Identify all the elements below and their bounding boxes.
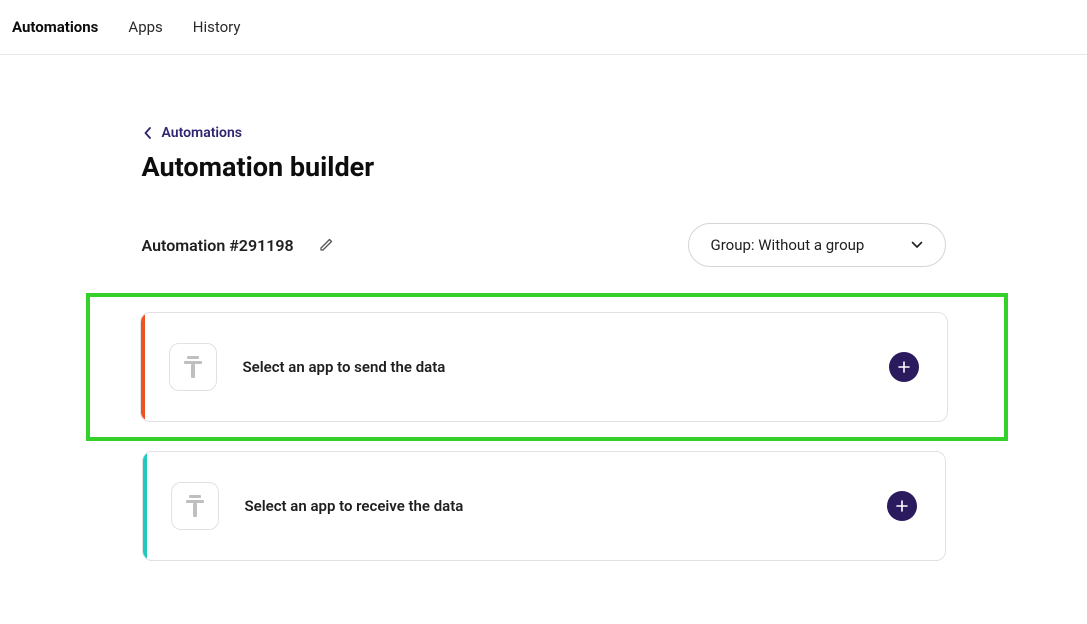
step-card-send[interactable]: Select an app to send the data xyxy=(140,312,948,422)
placeholder-icon xyxy=(183,356,203,378)
top-nav: Automations Apps History xyxy=(0,0,1087,55)
breadcrumb[interactable]: Automations xyxy=(142,125,946,141)
pencil-icon xyxy=(318,237,334,253)
step-send-text: Select an app to send the data xyxy=(243,358,889,376)
step-receive-text: Select an app to receive the data xyxy=(245,497,887,515)
page-title: Automation builder xyxy=(142,151,946,183)
breadcrumb-label: Automations xyxy=(162,125,243,141)
group-select[interactable]: Group: Without a group xyxy=(688,223,946,267)
content: Automations Automation builder Automatio… xyxy=(142,55,946,561)
accent-send xyxy=(141,313,145,421)
highlight-box: Select an app to send the data xyxy=(86,293,1008,441)
plus-icon xyxy=(896,500,908,512)
add-receive-app-button[interactable] xyxy=(887,491,917,521)
title-left: Automation #291198 xyxy=(142,236,334,255)
group-select-label: Group: Without a group xyxy=(711,236,865,254)
chevron-down-icon xyxy=(911,241,923,249)
app-placeholder-icon xyxy=(171,482,219,530)
title-row: Automation #291198 Group: Without a grou… xyxy=(142,223,946,267)
edit-name-button[interactable] xyxy=(318,237,334,253)
add-send-app-button[interactable] xyxy=(889,352,919,382)
automation-name: Automation #291198 xyxy=(142,236,294,255)
placeholder-icon xyxy=(185,495,205,517)
step-card-receive[interactable]: Select an app to receive the data xyxy=(142,451,946,561)
accent-receive xyxy=(143,452,147,560)
app-placeholder-icon xyxy=(169,343,217,391)
chevron-left-icon xyxy=(144,127,152,139)
nav-tab-apps[interactable]: Apps xyxy=(128,18,162,36)
nav-tab-automations[interactable]: Automations xyxy=(12,18,98,36)
step2-wrap: Select an app to receive the data xyxy=(142,451,946,561)
nav-tab-history[interactable]: History xyxy=(193,18,241,36)
plus-icon xyxy=(898,361,910,373)
